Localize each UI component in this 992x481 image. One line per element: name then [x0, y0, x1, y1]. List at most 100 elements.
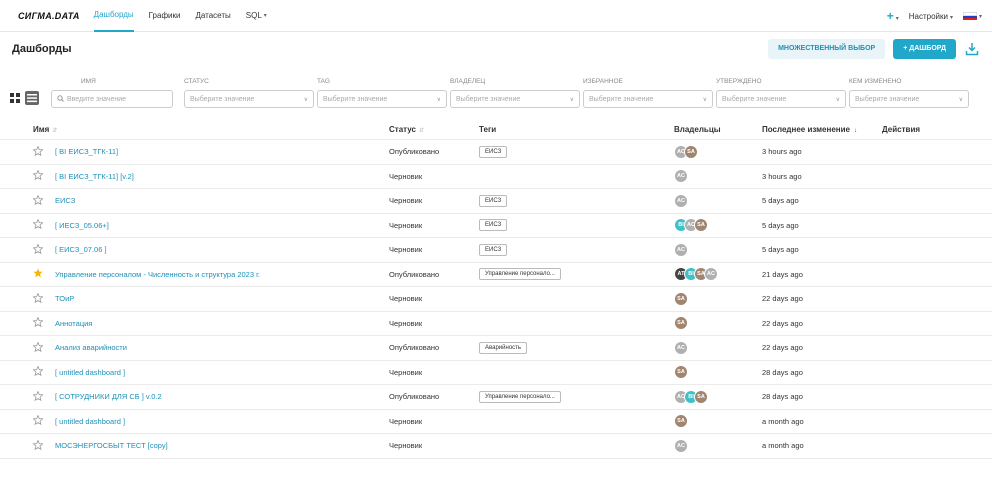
dashboard-name-link[interactable]: Управление персоналом - Численность и ст… [55, 270, 260, 279]
avatar[interactable]: SA [694, 218, 708, 233]
dashboard-name-link[interactable]: [ untitled dashboard ] [55, 368, 125, 377]
approved-select[interactable]: Выберите значение ∨ [716, 90, 846, 108]
tag-badge[interactable]: ЕИСЗ [479, 243, 508, 256]
star-icon[interactable] [32, 292, 44, 305]
tag-badge[interactable]: ЕИСЗ [479, 145, 508, 158]
avatar[interactable]: SA [674, 316, 688, 331]
table-row[interactable]: [ ИЕСЗ_05.06+] Черновик ЕИСЗ BI AC SA 5 days a… [0, 214, 992, 238]
avatar-group: AC [674, 438, 762, 453]
header-modified-label: Последнее изменение [762, 125, 850, 134]
multi-select-button[interactable]: МНОЖЕСТВЕННЫЙ ВЫБОР [768, 39, 886, 59]
avatar[interactable]: AC [704, 267, 718, 282]
table-row[interactable]: Управление персоналом - Численность и ст… [0, 263, 992, 287]
owners-cell: AT BI SA AC [674, 267, 762, 282]
nav-datasets[interactable]: Датасеты [195, 0, 230, 32]
dashboard-name-link[interactable]: [ ИЕСЗ_05.06+] [55, 221, 109, 230]
brand-logo[interactable]: СИГМА.DATA [18, 11, 80, 21]
tags-cell: Аварийность [479, 341, 674, 354]
dashboard-name-link[interactable]: Анализ аварийности [55, 343, 127, 352]
table-row[interactable]: [ BI ЕИСЗ_ТГК-11] Опубликовано ЕИСЗ AC SA 3 h… [0, 140, 992, 165]
table-row[interactable]: [ BI ЕИСЗ_ТГК-11] [v.2] Черновик AC 3 hours… [0, 165, 992, 189]
import-icon[interactable] [964, 41, 980, 57]
table-row[interactable]: [ untitled dashboard ] Черновик SA 28 days … [0, 361, 992, 385]
avatar[interactable]: SA [684, 144, 698, 159]
table-row[interactable]: МОСЭНЕРГОСБЫТ ТЕСТ [copy] Черновик AC a mon… [0, 434, 992, 459]
table-row[interactable]: [ ЕИСЗ_07.06 ] Черновик ЕИСЗ AC 5 days ago [0, 238, 992, 263]
dashboard-name-link[interactable]: МОСЭНЕРГОСБЫТ ТЕСТ [copy] [55, 441, 168, 450]
avatar[interactable]: AC [674, 242, 688, 257]
favorite-select[interactable]: Выберите значение ∨ [583, 90, 713, 108]
modified-cell: 28 days ago [762, 392, 803, 402]
favorite-cell: [ СОТРУДНИКИ ДЛЯ СБ ] v.0.2 [0, 390, 162, 403]
dashboard-name-link[interactable]: ЕИСЗ [55, 196, 75, 205]
nav-dashboards[interactable]: Дашборды [93, 0, 134, 32]
table-row[interactable]: ЕИСЗ Черновик ЕИСЗ AC 5 days ago [0, 189, 992, 214]
nav-sql[interactable]: SQL ▾ [246, 0, 267, 32]
avatar-group: AC [674, 340, 762, 355]
avatar[interactable]: AC [674, 169, 688, 184]
table-row[interactable]: ТОиР Черновик SA 22 days ago [0, 287, 992, 312]
nav-charts[interactable]: Графики [149, 0, 181, 32]
avatar[interactable]: AC [674, 438, 688, 453]
table-row[interactable]: [ СОТРУДНИКИ ДЛЯ СБ ] v.0.2 Опубликовано У… [0, 385, 992, 410]
table-row[interactable]: [ untitled dashboard ] Черновик SA a month … [0, 410, 992, 434]
status-cell: Черновик [389, 318, 423, 328]
dashboard-name-link[interactable]: [ СОТРУДНИКИ ДЛЯ СБ ] v.0.2 [55, 392, 162, 401]
tags-cell: ЕИСЗ [479, 145, 674, 158]
tag-badge[interactable]: Управление персонало... [479, 268, 561, 281]
settings-menu[interactable]: Настройки ▾ [909, 12, 953, 21]
dashboard-name-link[interactable]: [ BI ЕИСЗ_ТГК-11] [v.2] [55, 172, 134, 181]
star-icon[interactable] [33, 268, 43, 280]
star-icon[interactable] [32, 218, 44, 231]
header-status[interactable]: Статус ⇵ [389, 125, 479, 134]
search-input[interactable]: Введите значение [51, 90, 173, 108]
language-selector[interactable]: ▾ [962, 11, 982, 21]
status-select[interactable]: Выберите значение ∨ [184, 90, 314, 108]
favorite-cell: ТОиР [0, 292, 74, 305]
star-icon[interactable] [32, 316, 44, 329]
tag-badge[interactable]: ЕИСЗ [479, 219, 508, 232]
header-name[interactable]: Имя ⇵ [0, 125, 57, 134]
star-icon[interactable] [32, 390, 44, 403]
avatar[interactable]: SA [674, 414, 688, 429]
new-menu[interactable]: + ▾ [887, 9, 899, 23]
select-placeholder: Выберите значение [190, 95, 255, 103]
dashboard-name-link[interactable]: ТОиР [55, 294, 74, 303]
avatar[interactable]: SA [674, 365, 688, 380]
avatar[interactable]: AC [674, 193, 688, 208]
list-view-icon[interactable] [25, 91, 39, 105]
tag-badge[interactable]: Аварийность [479, 341, 528, 354]
status-cell: Черновик [389, 245, 423, 255]
owner-select[interactable]: Выберите значение ∨ [450, 90, 580, 108]
dashboard-name-link[interactable]: [ BI ЕИСЗ_ТГК-11] [55, 147, 118, 156]
star-icon[interactable] [32, 243, 44, 256]
star-icon[interactable] [32, 341, 44, 354]
dashboard-name-link[interactable]: [ ЕИСЗ_07.06 ] [55, 245, 107, 254]
add-dashboard-button[interactable]: + ДАШБОРД [893, 39, 956, 59]
chevron-down-icon: ∨ [702, 96, 707, 103]
table-row[interactable]: Аннотация Черновик SA 22 days ago [0, 312, 992, 336]
star-icon[interactable] [32, 194, 44, 207]
header-modified[interactable]: Последнее изменение ↓ [762, 125, 882, 134]
star-icon[interactable] [32, 439, 44, 452]
star-icon[interactable] [32, 414, 44, 427]
star-icon[interactable] [32, 365, 44, 378]
filter-favorite: ИЗБРАННОЕ Выберите значение ∨ [583, 78, 713, 108]
favorite-cell: Аннотация [0, 316, 92, 329]
avatar[interactable]: SA [674, 291, 688, 306]
filter-name: ИМЯ Введите значение [51, 78, 173, 108]
table-row[interactable]: Анализ аварийности Опубликовано Аварийност… [0, 336, 992, 361]
tag-select[interactable]: Выберите значение ∨ [317, 90, 447, 108]
dashboard-name-link[interactable]: Аннотация [55, 319, 92, 328]
avatar[interactable]: AC [674, 340, 688, 355]
dashboard-name-link[interactable]: [ untitled dashboard ] [55, 417, 125, 426]
card-view-icon[interactable] [8, 91, 22, 105]
tag-badge[interactable]: Управление персонало... [479, 390, 561, 403]
header-actions: МНОЖЕСТВЕННЫЙ ВЫБОР + ДАШБОРД [768, 39, 980, 59]
modified-by-select[interactable]: Выберите значение ∨ [849, 90, 969, 108]
avatar[interactable]: SA [694, 389, 708, 404]
star-icon[interactable] [32, 169, 44, 182]
header-owners: Владельцы [674, 125, 721, 134]
tag-badge[interactable]: ЕИСЗ [479, 194, 508, 207]
star-icon[interactable] [32, 145, 44, 158]
